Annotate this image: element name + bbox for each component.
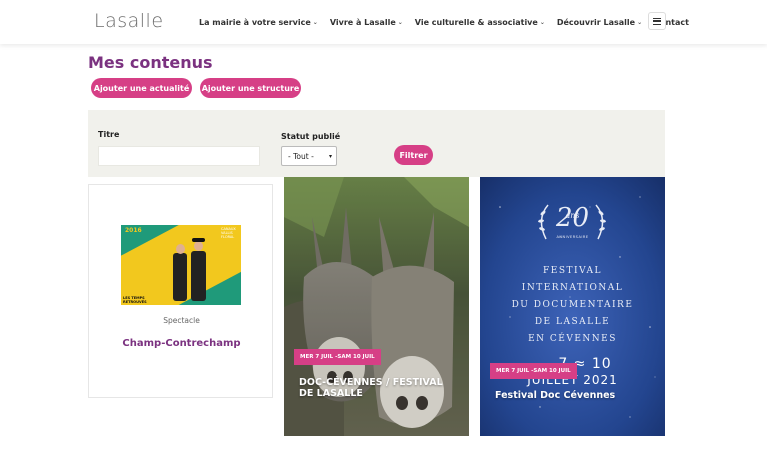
- chevron-down-icon: ⌄: [312, 19, 318, 26]
- anniversary-ans: ans: [565, 211, 580, 220]
- event-date-badge: MER 7 JUIL -SAM 10 JUIL: [490, 363, 577, 379]
- chevron-down-icon: ▾: [328, 153, 332, 160]
- poster-line: EN CÉVENNES: [528, 334, 617, 344]
- page-title: Mes contenus: [88, 53, 213, 72]
- chevron-down-icon: ⌄: [397, 19, 403, 26]
- chevron-down-icon: ⌄: [637, 19, 643, 26]
- menu-button[interactable]: [648, 12, 666, 30]
- add-news-button[interactable]: Ajouter une actualité: [91, 78, 192, 98]
- hamburger-icon: [653, 17, 661, 25]
- poster-line: DU DOCUMENTAIRE: [511, 300, 634, 310]
- nav-item-vie-culturelle[interactable]: Vie culturelle & associative ⌄: [415, 18, 545, 27]
- content-card[interactable]: 2016 CANAUX VALLIS FLORAL LES TEMPS RETR…: [88, 184, 273, 398]
- event-date-badge: MER 7 JUIL -SAM 10 JUIL: [294, 349, 381, 365]
- site-logo[interactable]: Lasalle: [94, 10, 164, 32]
- content-card[interactable]: MER 7 JUIL -SAM 10 JUIL DOC-CÉVENNES / F…: [284, 177, 469, 436]
- poster-year: 2016: [125, 227, 142, 234]
- anniversary-subtitle: ANNIVERSAIRE: [556, 235, 589, 239]
- status-selected-value: - Tout -: [288, 151, 314, 161]
- status-select[interactable]: - Tout - ▾: [281, 146, 337, 166]
- poster-footer: LES TEMPS RETROUVÉS: [121, 295, 171, 305]
- card-category: Spectacle: [163, 316, 200, 325]
- nav-item-decouvrir[interactable]: Découvrir Lasalle ⌄: [557, 18, 642, 27]
- poster-line: FESTIVAL: [543, 266, 602, 276]
- content-card[interactable]: 20 ans ANNIVERSAIRE FESTIVAL INTERNATION…: [480, 177, 665, 436]
- poster-tagline: CANAUX VALLIS FLORAL: [221, 227, 236, 240]
- status-filter-label: Statut publié: [281, 132, 341, 141]
- chevron-down-icon: ⌄: [539, 19, 545, 26]
- add-structure-button[interactable]: Ajouter une structure: [200, 78, 301, 98]
- title-filter-label: Titre: [98, 130, 120, 139]
- card-title[interactable]: Champ-Contrechamp: [89, 338, 272, 349]
- site-header: Lasalle La mairie à votre service ⌄ Vivre…: [0, 0, 767, 44]
- nav-item-vivre[interactable]: Vivre à Lasalle ⌄: [330, 18, 403, 27]
- filter-panel: Titre Statut publié - Tout - ▾ Filtrer: [88, 110, 665, 177]
- card-title[interactable]: Festival Doc Cévennes: [495, 390, 655, 401]
- filter-button[interactable]: Filtrer: [394, 145, 433, 165]
- main-nav: La mairie à votre service ⌄ Vivre à Lasal…: [199, 18, 701, 27]
- poster-line: DE LASALLE: [534, 317, 611, 327]
- card-title[interactable]: DOC-CÉVENNES / FESTIVAL DE LASALLE: [299, 377, 459, 400]
- nav-item-mairie[interactable]: La mairie à votre service ⌄: [199, 18, 318, 27]
- poster-line: INTERNATIONAL: [521, 283, 624, 293]
- event-poster-image: 2016 CANAUX VALLIS FLORAL LES TEMPS RETR…: [121, 225, 241, 305]
- title-filter-input[interactable]: [98, 146, 260, 166]
